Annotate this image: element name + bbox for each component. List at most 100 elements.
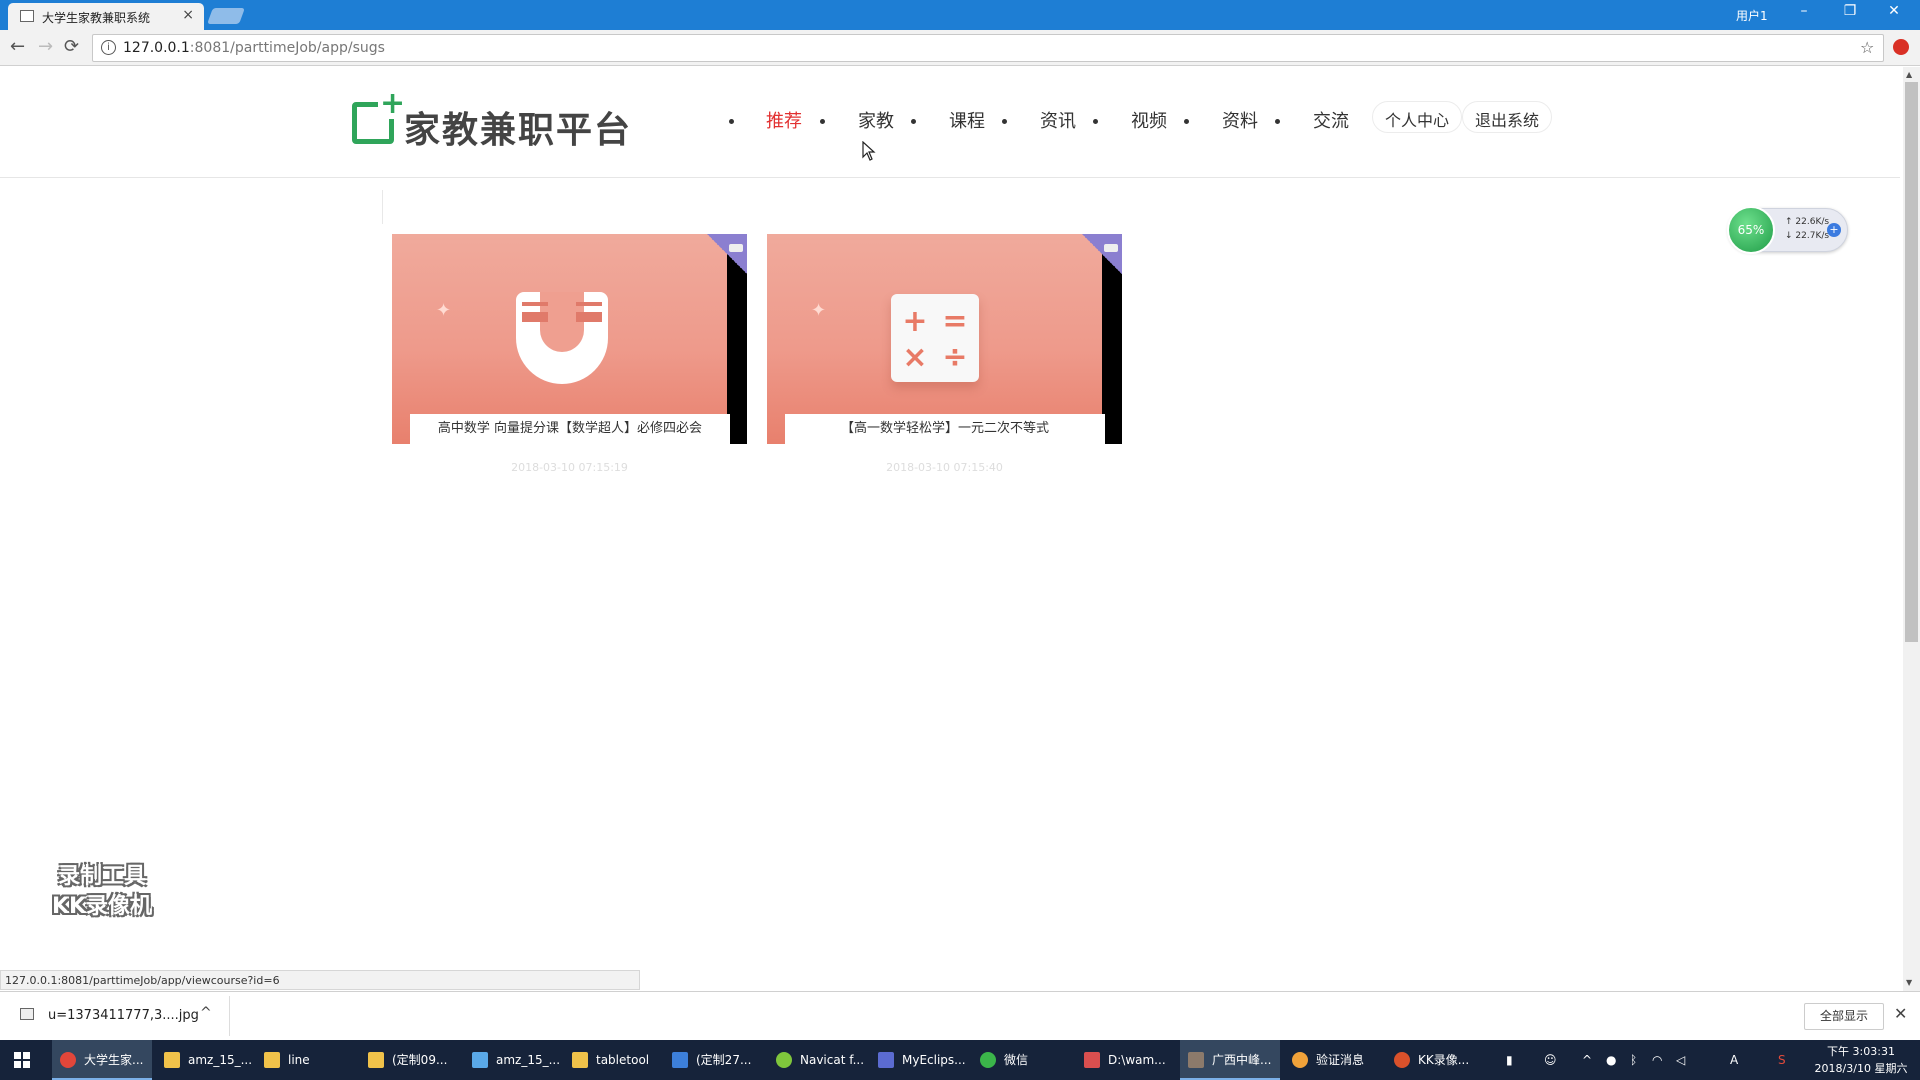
nav-separator-icon: [1275, 119, 1280, 124]
browser-titlebar: 大学生家教兼职系统 × 用户1 – ❐ ✕: [0, 0, 1920, 30]
nav-separator-icon: [911, 119, 916, 124]
bookmark-star-icon[interactable]: ☆: [1860, 38, 1874, 57]
clock-date: 2018/3/10 星期六: [1814, 1062, 1908, 1075]
new-tab-button[interactable]: [207, 8, 245, 24]
taskbar-item-myeclipse[interactable]: MyEclips...: [870, 1040, 970, 1080]
upload-speed: ↑ 22.6K/s: [1785, 217, 1830, 227]
browser-toolbar: ← → ⟳ i 127.0.0.1:8081/parttimeJob/app/s…: [0, 30, 1920, 66]
tray-expand-icon[interactable]: ^: [1582, 1040, 1592, 1080]
close-shelf-icon[interactable]: ✕: [1894, 1004, 1907, 1023]
course-thumbnail[interactable]: ✦: [392, 234, 727, 444]
recorder-watermark: 录制工具 KK录像机: [32, 862, 172, 924]
nav-item-forum[interactable]: 交流: [1313, 107, 1349, 133]
taskbar-item-word[interactable]: (定制27...: [664, 1040, 764, 1080]
people-icon[interactable]: ☺: [1544, 1040, 1557, 1080]
badge-corner-icon: [707, 234, 747, 274]
folder-icon: [368, 1051, 384, 1068]
tab-title: 大学生家教兼职系统: [42, 11, 151, 25]
windows-start-icon[interactable]: [14, 1052, 30, 1068]
logout-link[interactable]: 退出系统: [1462, 101, 1553, 133]
course-title[interactable]: 高中数学 向量提分课【数学超人】必修四必会: [410, 414, 730, 444]
folder-icon: [264, 1051, 280, 1068]
taskbar-item-folder[interactable]: amz_15_...: [156, 1040, 252, 1080]
taskbar-label: 验证消息: [1316, 1053, 1365, 1067]
chevron-up-icon[interactable]: ^: [200, 1005, 212, 1021]
taskbar-label: 大学生家...: [84, 1053, 144, 1067]
taskbar-label: KK录像...: [1418, 1053, 1470, 1067]
browser-tab[interactable]: 大学生家教兼职系统 ×: [8, 3, 204, 30]
scroll-down-icon[interactable]: ▼: [1906, 978, 1912, 987]
window-icon: [1188, 1051, 1204, 1068]
forward-icon[interactable]: →: [38, 36, 53, 57]
nav-item-materials[interactable]: 资料: [1222, 107, 1258, 133]
scrollbar-thumb[interactable]: [1905, 82, 1918, 642]
logo-text[interactable]: 家教兼职平台: [404, 101, 632, 153]
window-close-icon[interactable]: ✕: [1874, 3, 1914, 19]
course-card[interactable]: ✦ 高中数学 向量提分课【数学超人】必修四必会: [392, 234, 747, 444]
taskbar-item-app[interactable]: amz_15_...: [464, 1040, 560, 1080]
folder-icon: [164, 1051, 180, 1068]
speed-plus-icon[interactable]: +: [1827, 223, 1841, 237]
windows-taskbar: 大学生家... amz_15_... line (定制09... amz_15_…: [0, 1040, 1920, 1080]
taskbar-item-navicat[interactable]: Navicat f...: [768, 1040, 868, 1080]
taskbar-label: 广西中峰...: [1212, 1053, 1272, 1067]
bluetooth-icon[interactable]: ᛒ: [1630, 1040, 1637, 1080]
taskbar-label: (定制27...: [696, 1053, 752, 1067]
nav-separator-icon: [1002, 119, 1007, 124]
battery-icon[interactable]: ▮: [1506, 1040, 1513, 1080]
equals-symbol: =: [942, 304, 968, 339]
taskbar-item-chrome[interactable]: 大学生家...: [52, 1040, 152, 1080]
download-item[interactable]: u=1373411777,3....jpg ^: [14, 996, 230, 1036]
address-bar[interactable]: i 127.0.0.1:8081/parttimeJob/app/sugs: [92, 34, 1884, 62]
input-method-icon[interactable]: A: [1730, 1040, 1738, 1080]
nav-item-videos[interactable]: 视频: [1131, 107, 1167, 133]
taskbar-label: amz_15_...: [188, 1053, 253, 1067]
nav-item-news[interactable]: 资讯: [1040, 107, 1076, 133]
tab-close-icon[interactable]: ×: [182, 7, 194, 23]
volume-icon[interactable]: ◁: [1676, 1040, 1685, 1080]
url-host: 127.0.0.1: [123, 40, 190, 56]
plus-symbol: +: [902, 304, 928, 339]
course-thumbnail[interactable]: ✦ + = × ÷: [767, 234, 1102, 444]
taskbar-item-folder[interactable]: tabletool: [564, 1040, 660, 1080]
minimize-icon[interactable]: –: [1784, 3, 1824, 19]
document-icon: [1084, 1051, 1100, 1068]
taskbar-item-window[interactable]: 广西中峰...: [1180, 1040, 1280, 1080]
wifi-icon[interactable]: ◠: [1652, 1040, 1662, 1080]
taskbar-label: line: [288, 1053, 310, 1067]
nav-separator-icon: [1184, 119, 1189, 124]
user-center-link[interactable]: 个人中心: [1372, 101, 1463, 133]
profile-user-label[interactable]: 用户1: [1736, 7, 1768, 24]
show-all-downloads-button[interactable]: 全部显示: [1804, 1003, 1884, 1030]
scroll-up-icon[interactable]: ▲: [1906, 70, 1912, 79]
restore-icon[interactable]: ❐: [1830, 3, 1870, 19]
ime-sogou-icon[interactable]: S: [1778, 1040, 1786, 1080]
url-path: :8081/parttimeJob/app/sugs: [189, 40, 385, 56]
taskbar-label: D:\wam...: [1108, 1053, 1166, 1067]
download-shelf: u=1373411777,3....jpg ^ 全部显示 ✕: [0, 991, 1920, 1040]
taskbar-item-folder[interactable]: line: [256, 1040, 356, 1080]
extension-icon[interactable]: [1893, 39, 1909, 55]
reload-icon[interactable]: ⟳: [64, 36, 79, 57]
folder-icon: [572, 1051, 588, 1068]
course-card[interactable]: ✦ + = × ÷ 【高一数学轻松学】一元二次不等式: [767, 234, 1122, 444]
taskbar-item-wechat[interactable]: 微信: [972, 1040, 1072, 1080]
nav-item-recommend[interactable]: 推荐: [766, 107, 802, 133]
site-info-icon[interactable]: i: [101, 40, 116, 55]
back-icon[interactable]: ←: [10, 36, 25, 57]
taskbar-item-kk[interactable]: KK录像...: [1386, 1040, 1486, 1080]
tray-app-icon[interactable]: ●: [1606, 1040, 1616, 1080]
speed-percent[interactable]: 65%: [1727, 206, 1775, 254]
network-speed-widget[interactable]: 65% ↑ 22.6K/s ↓ 22.7K/s +: [1727, 206, 1848, 254]
taskbar-label: (定制09...: [392, 1053, 448, 1067]
taskbar-item-notice[interactable]: 验证消息: [1284, 1040, 1384, 1080]
course-title[interactable]: 【高一数学轻松学】一元二次不等式: [785, 414, 1105, 444]
nav-item-courses[interactable]: 课程: [949, 107, 985, 133]
watermark-line2: KK录像机: [51, 894, 153, 919]
page-favicon-icon: [20, 10, 34, 22]
taskbar-item-folder[interactable]: (定制09...: [360, 1040, 460, 1080]
nav-item-tutoring[interactable]: 家教: [858, 107, 894, 133]
download-filename[interactable]: u=1373411777,3....jpg: [48, 1008, 199, 1023]
system-clock[interactable]: 下午 3:03:31 2018/3/10 星期六: [1806, 1043, 1916, 1077]
taskbar-item-explorer[interactable]: D:\wam...: [1076, 1040, 1176, 1080]
